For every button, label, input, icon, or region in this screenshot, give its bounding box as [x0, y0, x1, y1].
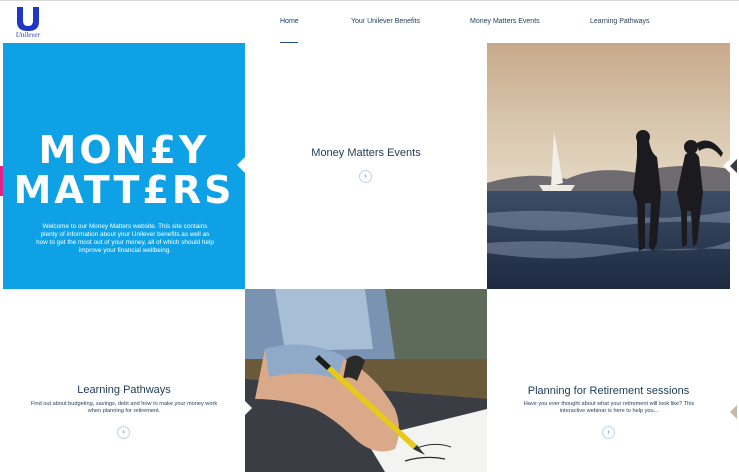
events-arrow-button[interactable]: ›: [359, 170, 372, 183]
chevron-right-icon: ›: [122, 429, 125, 436]
nav-money-matters-events[interactable]: Money Matters Events: [470, 18, 540, 25]
next-slide-arrow-lower[interactable]: [730, 405, 737, 419]
nav-home[interactable]: Home: [280, 18, 299, 25]
hero-intro-text: Welcome to our Money Matters website. Th…: [36, 223, 214, 254]
learning-tile[interactable]: Learning Pathways Find out about budgeti…: [3, 289, 245, 472]
retirement-description: Have you ever thought about what your re…: [523, 401, 695, 414]
photo1-notch: [723, 159, 730, 173]
nav-learning-pathways[interactable]: Learning Pathways: [590, 18, 650, 25]
right-edge-strip: [730, 43, 739, 472]
learning-description: Find out about budgeting, savings, debt …: [30, 401, 218, 414]
hero-notch: [237, 157, 245, 173]
events-heading[interactable]: Money Matters Events: [245, 147, 487, 159]
learning-heading[interactable]: Learning Pathways: [3, 384, 245, 396]
hand-writing-image: [245, 289, 487, 472]
chevron-right-icon: ›: [607, 429, 610, 436]
chevron-right-icon: ›: [364, 173, 367, 180]
writing-hand-photo: [245, 289, 487, 472]
hero-tile: MON£Y MATT£RS Welcome to our Money Matte…: [3, 43, 245, 289]
learning-arrow-button[interactable]: ›: [117, 426, 130, 439]
main-nav: Home Your Unilever Benefits Money Matter…: [0, 18, 739, 38]
site-header: Unilever Home Your Unilever Benefits Mon…: [0, 0, 739, 44]
retirement-arrow-button[interactable]: ›: [602, 426, 615, 439]
photo2-notch: [245, 401, 252, 415]
retirement-tile[interactable]: Planning for Retirement sessions Have yo…: [487, 289, 730, 472]
retirement-heading[interactable]: Planning for Retirement sessions: [487, 385, 730, 397]
next-slide-arrow[interactable]: [730, 159, 737, 173]
hero-title-line2: MATT£RS: [13, 168, 235, 212]
couple-sea-photo: [487, 43, 730, 289]
hero-title-line1: MON£Y: [38, 128, 210, 172]
events-tile[interactable]: Money Matters Events ›: [245, 43, 487, 289]
nav-your-unilever-benefits[interactable]: Your Unilever Benefits: [351, 18, 420, 25]
couple-silhouette-image: [487, 43, 730, 289]
